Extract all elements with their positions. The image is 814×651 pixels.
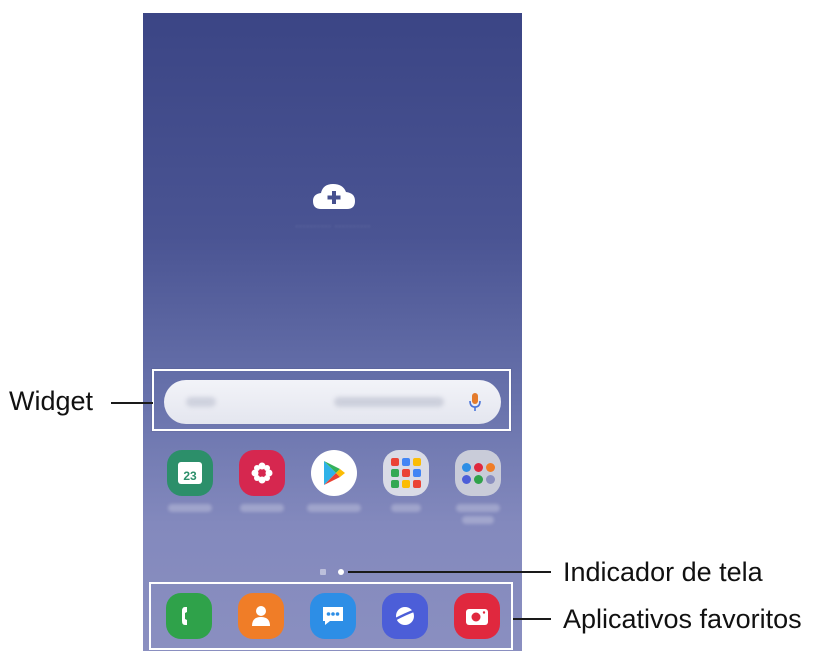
app-label-blur	[462, 516, 494, 524]
play-store-app[interactable]	[304, 450, 364, 512]
apps-folder-icon	[455, 450, 501, 496]
favorites-callout-label: Aplicativos favoritos	[563, 604, 802, 634]
current-page-dot	[338, 569, 344, 575]
gallery-icon	[239, 450, 285, 496]
add-widget-caption: ·········· ··········	[295, 221, 371, 232]
google-folder[interactable]	[376, 450, 436, 512]
play-store-icon	[311, 450, 357, 496]
app-label-blur	[168, 504, 212, 512]
indicator-callout-label: Indicador de tela	[563, 557, 763, 587]
google-folder-icon	[383, 450, 429, 496]
apps-folder[interactable]	[448, 450, 508, 524]
favorites-callout-line	[513, 618, 551, 620]
app-label-blur	[456, 504, 500, 512]
flower-icon	[251, 462, 273, 484]
calendar-day: 23	[183, 469, 197, 483]
calendar-app[interactable]: 23	[160, 450, 220, 512]
cloud-plus-icon[interactable]	[311, 181, 357, 211]
gallery-app[interactable]	[232, 450, 292, 512]
app-label-blur	[240, 504, 284, 512]
widget-callout-line	[111, 402, 153, 404]
home-app-row: 23	[150, 450, 515, 560]
app-label-blur	[391, 504, 421, 512]
home-page-dot	[320, 569, 326, 575]
favorites-highlight-frame	[149, 582, 513, 650]
play-triangle-icon	[324, 461, 345, 485]
calendar-icon: 23	[167, 450, 213, 496]
widget-highlight-frame	[152, 369, 511, 431]
app-label-blur	[307, 504, 361, 512]
indicator-callout-line	[348, 571, 551, 573]
widget-callout-label: Widget	[9, 386, 94, 416]
